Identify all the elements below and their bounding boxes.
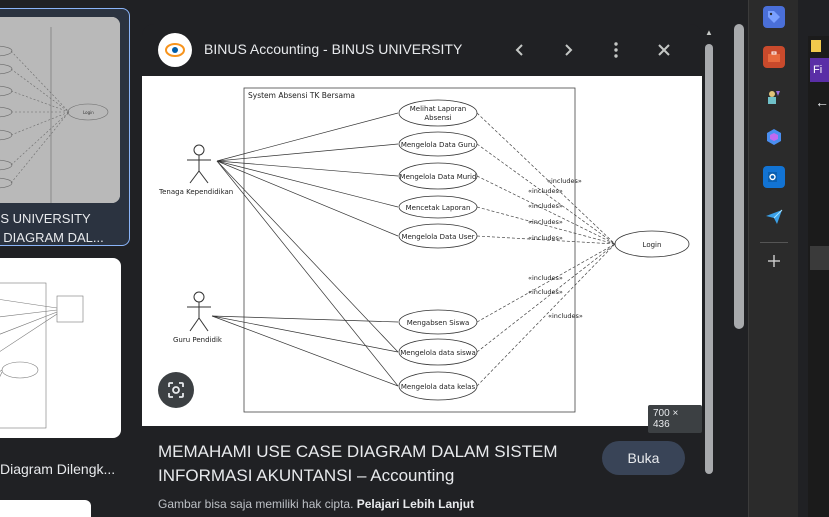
previous-button[interactable] [505,35,535,65]
svg-text:«includes»: «includes» [528,288,563,296]
svg-text:Mengelola Data User: Mengelola Data User [401,233,474,241]
actor-figure-1 [187,144,211,184]
image-caption[interactable]: MEMAHAMI USE CASE DIAGRAM DALAM SISTEM I… [158,440,578,488]
site-name[interactable]: BINUS Accounting - BINUS UNIVERSITY [204,41,462,57]
sidebar-divider [760,242,788,243]
results-column: Login US UNIVERSITY E DIAGRAM DAL... Dia… [0,0,135,517]
background-window-tab[interactable]: Fi [810,58,829,82]
svg-text:«includes»: «includes» [528,274,563,282]
google-lens-button[interactable] [158,372,194,408]
folder-icon[interactable] [811,40,821,52]
lens-icon [168,382,184,398]
svg-text:«includes»: «includes» [548,312,583,320]
result-card-selected[interactable]: Login US UNIVERSITY E DIAGRAM DAL... [0,8,130,246]
copilot-icon[interactable] [763,126,785,148]
open-button[interactable]: Buka [602,441,685,475]
image-dimensions: 700 × 436 [648,405,702,433]
next-button[interactable] [553,35,583,65]
back-arrow-icon[interactable]: ← [815,94,829,110]
result-thumbnail[interactable] [0,258,121,438]
actor-label: Tenaga Kependidikan [158,188,233,196]
close-icon [658,44,670,56]
svg-text:«includes»: «includes» [528,202,563,210]
chevron-right-icon [565,44,573,56]
panel-scrollbar-thumb[interactable] [705,44,713,474]
image-preview-panel: BINUS Accounting - BINUS UNIVERSITY Syst… [142,24,702,517]
svg-text:Login: Login [83,110,94,115]
svg-text:«includes»: «includes» [528,218,563,226]
system-title: System Absensi TK Bersama [248,91,355,100]
svg-text:Mengelola Data Murid: Mengelola Data Murid [400,173,477,181]
preview-image[interactable]: System Absensi TK Bersama Tenaga Kependi… [142,76,702,426]
learn-more-link[interactable]: Pelajari Lebih Lanjut [357,497,474,511]
more-options-button[interactable] [601,35,631,65]
svg-text:Melihat Laporan: Melihat Laporan [410,105,466,113]
add-icon[interactable] [763,250,785,272]
outlook-icon[interactable] [763,166,785,188]
svg-text:Mengabsen Siswa: Mengabsen Siswa [407,319,470,327]
chevron-left-icon [515,44,523,56]
binus-logo-icon [165,43,185,57]
result-thumbnail[interactable]: Login [0,17,120,203]
scroll-up-arrow-icon[interactable]: ▲ [704,28,714,38]
svg-text:«includes»: «includes» [547,177,582,185]
more-vert-icon [614,42,618,58]
svg-text:Mengelola data kelas: Mengelola data kelas [401,383,476,391]
result-title[interactable]: US UNIVERSITY E DIAGRAM DAL... [0,209,119,245]
svg-text:Mengelola data siswa: Mengelola data siswa [400,349,475,357]
tag-icon[interactable] [763,6,785,28]
result-title[interactable]: Diagram Dilengk... [0,461,128,477]
panel-header: BINUS Accounting - BINUS UNIVERSITY [142,24,702,76]
result-thumbnail[interactable] [0,500,91,517]
actor-figure-2 [187,291,211,332]
svg-text:«includes»: «includes» [528,187,563,195]
games-icon[interactable] [763,86,785,108]
svg-text:Mengelola Data Guru: Mengelola Data Guru [401,141,475,149]
send-icon[interactable] [763,206,785,228]
page-scrollbar-thumb[interactable] [734,24,744,329]
toolbox-icon[interactable] [763,46,785,68]
svg-text:Login: Login [643,241,662,249]
copyright-notice: Gambar bisa saja memiliki hak cipta. Pel… [158,497,475,511]
close-button[interactable] [649,35,679,65]
svg-text:«includes»: «includes» [528,234,563,242]
background-window-panel [810,246,829,270]
actor-label: Guru Pendidik [173,336,223,344]
svg-text:Mencetak Laporan: Mencetak Laporan [406,204,471,212]
site-logo[interactable] [158,33,192,67]
svg-text:Absensi: Absensi [424,114,451,122]
